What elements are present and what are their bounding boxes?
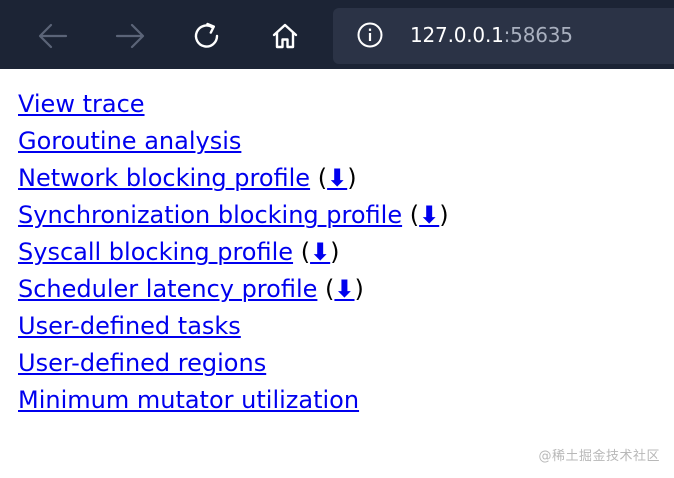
download-icon[interactable]: ⬇ bbox=[327, 164, 347, 192]
network-blocking-profile-link[interactable]: Network blocking profile bbox=[18, 164, 310, 192]
download-icon[interactable]: ⬇ bbox=[334, 275, 354, 303]
list-item: Minimum mutator utilization bbox=[18, 382, 658, 419]
refresh-icon bbox=[194, 22, 219, 48]
minimum-mutator-utilization-link[interactable]: Minimum mutator utilization bbox=[18, 386, 359, 414]
view-trace-link[interactable]: View trace bbox=[18, 90, 145, 118]
browser-toolbar: 127.0.0.1:58635 bbox=[0, 0, 674, 69]
url-host: 127.0.0.1 bbox=[410, 23, 504, 47]
home-button[interactable] bbox=[263, 14, 307, 58]
list-item: User-defined tasks bbox=[18, 308, 658, 345]
synchronization-blocking-profile-link[interactable]: Synchronization blocking profile bbox=[18, 201, 402, 229]
download-wrapper: (⬇) bbox=[300, 238, 340, 266]
refresh-button[interactable] bbox=[185, 14, 229, 58]
list-item: Scheduler latency profile (⬇) bbox=[18, 271, 658, 308]
back-button[interactable] bbox=[31, 14, 75, 58]
url-text[interactable]: 127.0.0.1:58635 bbox=[410, 22, 573, 48]
user-defined-tasks-link[interactable]: User-defined tasks bbox=[18, 312, 241, 340]
forward-button[interactable] bbox=[108, 14, 152, 58]
list-item: Network blocking profile (⬇) bbox=[18, 160, 658, 197]
url-port: :58635 bbox=[503, 23, 573, 47]
list-item: View trace bbox=[18, 86, 658, 123]
list-item: Synchronization blocking profile (⬇) bbox=[18, 197, 658, 234]
syscall-blocking-profile-link[interactable]: Syscall blocking profile bbox=[18, 238, 293, 266]
download-wrapper: (⬇) bbox=[409, 201, 449, 229]
address-bar[interactable]: 127.0.0.1:58635 bbox=[333, 8, 674, 64]
home-icon bbox=[272, 23, 298, 49]
download-icon[interactable]: ⬇ bbox=[310, 238, 330, 266]
download-icon[interactable]: ⬇ bbox=[419, 201, 439, 229]
download-wrapper: (⬇) bbox=[317, 164, 357, 192]
info-circle-icon[interactable] bbox=[357, 22, 383, 48]
watermark: @稀土掘金技术社区 bbox=[538, 449, 660, 464]
arrow-left-icon bbox=[38, 23, 68, 49]
list-item: User-defined regions bbox=[18, 345, 658, 382]
user-defined-regions-link[interactable]: User-defined regions bbox=[18, 349, 266, 377]
download-wrapper: (⬇) bbox=[325, 275, 364, 303]
goroutine-analysis-link[interactable]: Goroutine analysis bbox=[18, 127, 241, 155]
arrow-right-icon bbox=[115, 23, 145, 49]
trace-menu: View trace Goroutine analysis Network bl… bbox=[18, 86, 658, 419]
scheduler-latency-profile-link[interactable]: Scheduler latency profile bbox=[18, 275, 317, 303]
list-item: Syscall blocking profile (⬇) bbox=[18, 234, 658, 271]
list-item: Goroutine analysis bbox=[18, 123, 658, 160]
